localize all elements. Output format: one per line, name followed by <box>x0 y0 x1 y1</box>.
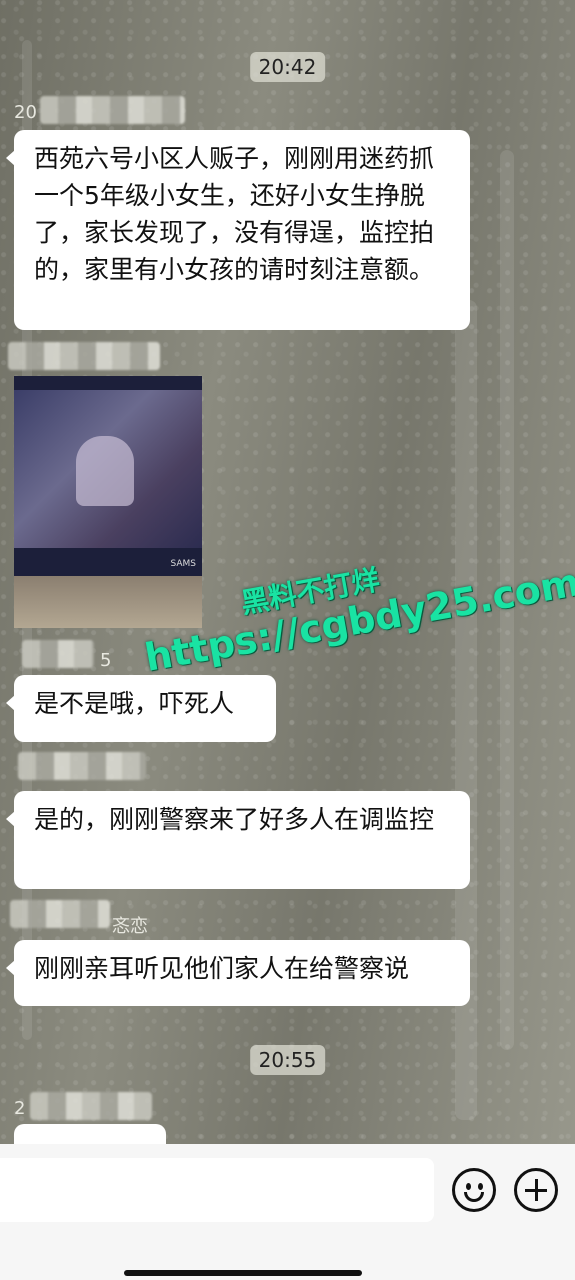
emoji-eye <box>466 1183 471 1190</box>
plus-icon[interactable] <box>514 1168 558 1212</box>
sender-name-blurred <box>18 752 146 780</box>
message-bubble[interactable]: 是的，刚刚警察来了好多人在调监控 <box>6 791 470 889</box>
chat-screen: 20:42 20 西苑六号小区人贩子，刚刚用迷药抓一个5年级小女生，还好小女生挣… <box>0 0 575 1280</box>
sender-name-blurred <box>30 1092 152 1120</box>
home-indicator[interactable] <box>124 1270 362 1276</box>
emoji-icon[interactable] <box>452 1168 496 1212</box>
timestamp-pill: 20:42 <box>249 52 326 82</box>
sender-name-suffix: 忞恋 <box>112 916 148 937</box>
cctv-figure <box>76 436 134 506</box>
sender-name-suffix: 5 <box>100 650 112 671</box>
message-text: 是不是哦，吓死人 <box>34 689 235 718</box>
input-bar <box>0 1144 575 1280</box>
message-bubble[interactable]: 西苑六号小区人贩子，刚刚用迷药抓一个5年级小女生，还好小女生挣脱了，家长发现了，… <box>6 130 470 330</box>
message-bubble[interactable]: 是不是哦，吓死人 <box>6 675 276 742</box>
message-text: 是的，刚刚警察来了好多人在调监控 <box>34 805 435 834</box>
emoji-eye <box>478 1183 483 1190</box>
sender-name-blurred <box>40 96 185 124</box>
message-bubble-partial[interactable] <box>14 1124 166 1146</box>
message-text: 刚刚亲耳听见他们家人在给警察说 <box>34 954 410 983</box>
message-input[interactable] <box>0 1158 434 1222</box>
image-message[interactable]: SAMS <box>14 376 202 628</box>
message-bubble[interactable]: 刚刚亲耳听见他们家人在给警察说 <box>6 940 470 1006</box>
timestamp-pill: 20:55 <box>249 1045 326 1075</box>
monitor-brand: SAMS <box>170 559 196 569</box>
sender-name-prefix: 2 <box>14 1098 26 1119</box>
sender-name-blurred <box>8 342 160 370</box>
sender-name-blurred <box>10 900 110 928</box>
desk-surface <box>14 576 202 628</box>
sender-name-prefix: 20 <box>14 102 37 123</box>
emoji-mouth <box>464 1192 484 1202</box>
sender-name-blurred <box>22 640 94 668</box>
message-text: 西苑六号小区人贩子，刚刚用迷药抓一个5年级小女生，还好小女生挣脱了，家长发现了，… <box>34 144 435 284</box>
plus-vertical <box>535 1179 538 1201</box>
